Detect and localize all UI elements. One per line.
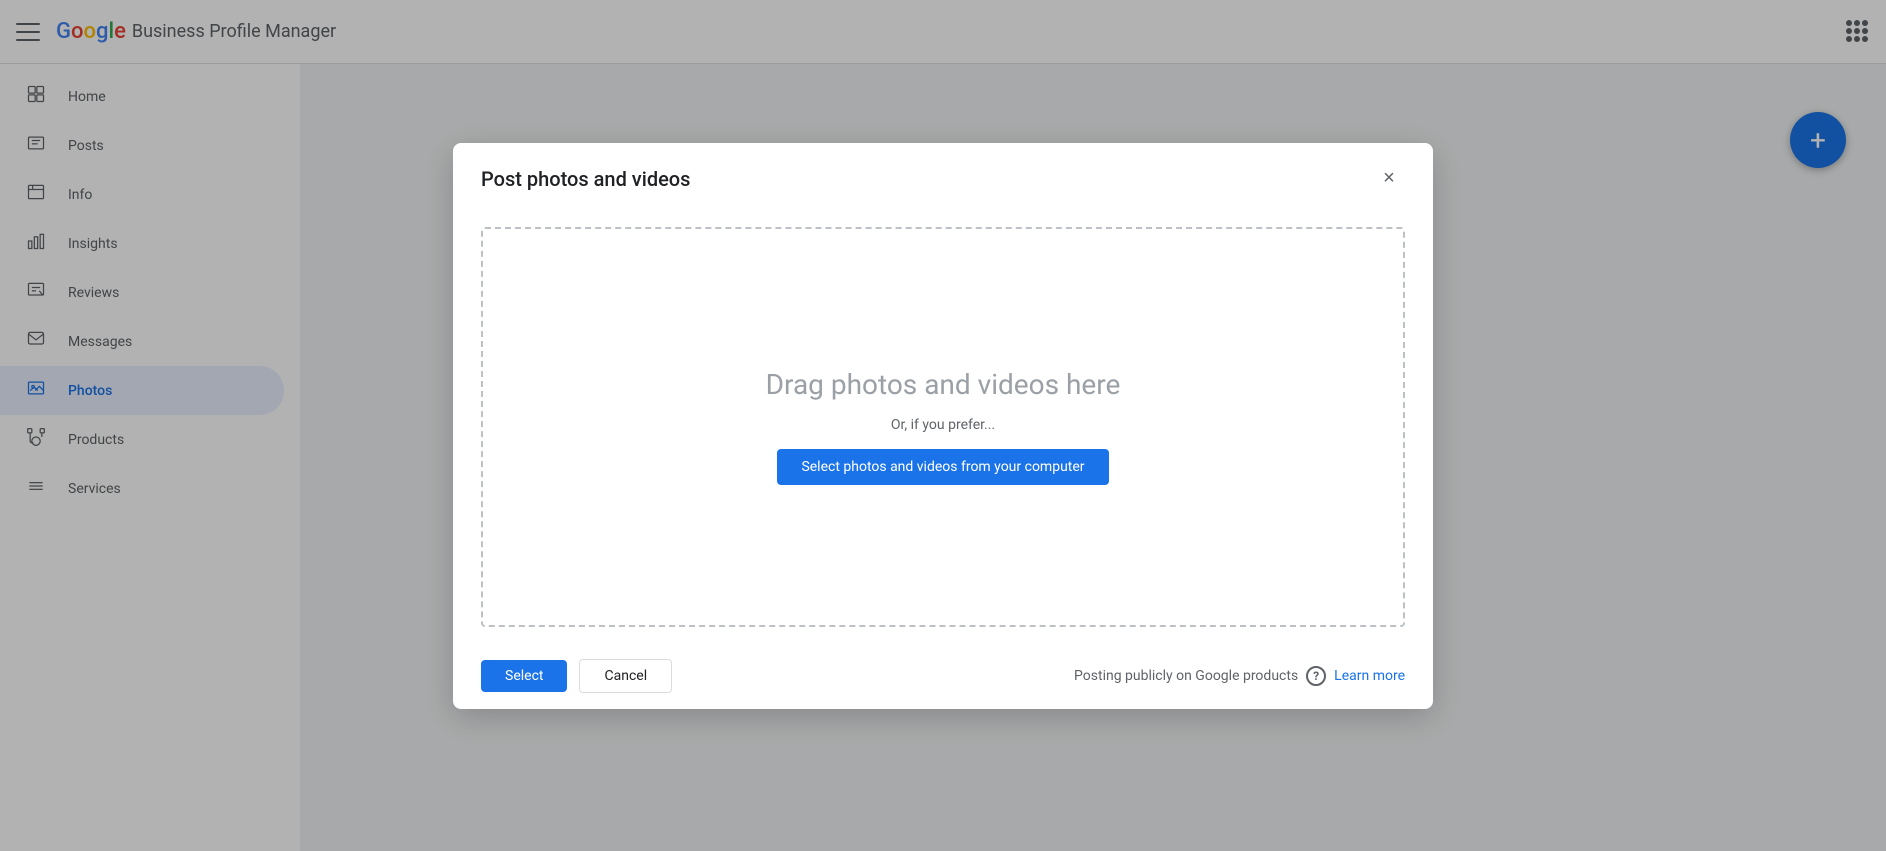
drop-zone[interactable]: Drag photos and videos here Or, if you p… [481, 227, 1405, 627]
modal-title: Post photos and videos [481, 167, 690, 191]
close-modal-button[interactable]: × [1373, 163, 1405, 195]
help-icon-label: ? [1313, 669, 1319, 683]
modal-header: Post photos and videos × [453, 143, 1433, 211]
select-button[interactable]: Select [481, 660, 567, 692]
modal-body: Drag photos and videos here Or, if you p… [453, 211, 1433, 643]
cancel-button-label: Cancel [604, 668, 647, 684]
help-icon[interactable]: ? [1306, 666, 1326, 686]
posting-info-text: Posting publicly on Google products [1074, 668, 1298, 684]
modal-footer: Select Cancel Posting publicly on Google… [453, 643, 1433, 709]
modal-overlay: Post photos and videos × Drag photos and… [0, 0, 1886, 851]
cancel-button[interactable]: Cancel [579, 659, 672, 693]
footer-info: Posting publicly on Google products ? Le… [1074, 666, 1405, 686]
select-files-label: Select photos and videos from your compu… [801, 459, 1084, 475]
learn-more-link[interactable]: Learn more [1334, 668, 1405, 684]
drop-zone-subtitle: Or, if you prefer... [891, 417, 995, 433]
drop-zone-title: Drag photos and videos here [766, 368, 1121, 401]
select-button-label: Select [505, 668, 543, 684]
post-photos-modal: Post photos and videos × Drag photos and… [453, 143, 1433, 709]
close-icon: × [1383, 167, 1395, 190]
select-files-button[interactable]: Select photos and videos from your compu… [777, 449, 1108, 485]
